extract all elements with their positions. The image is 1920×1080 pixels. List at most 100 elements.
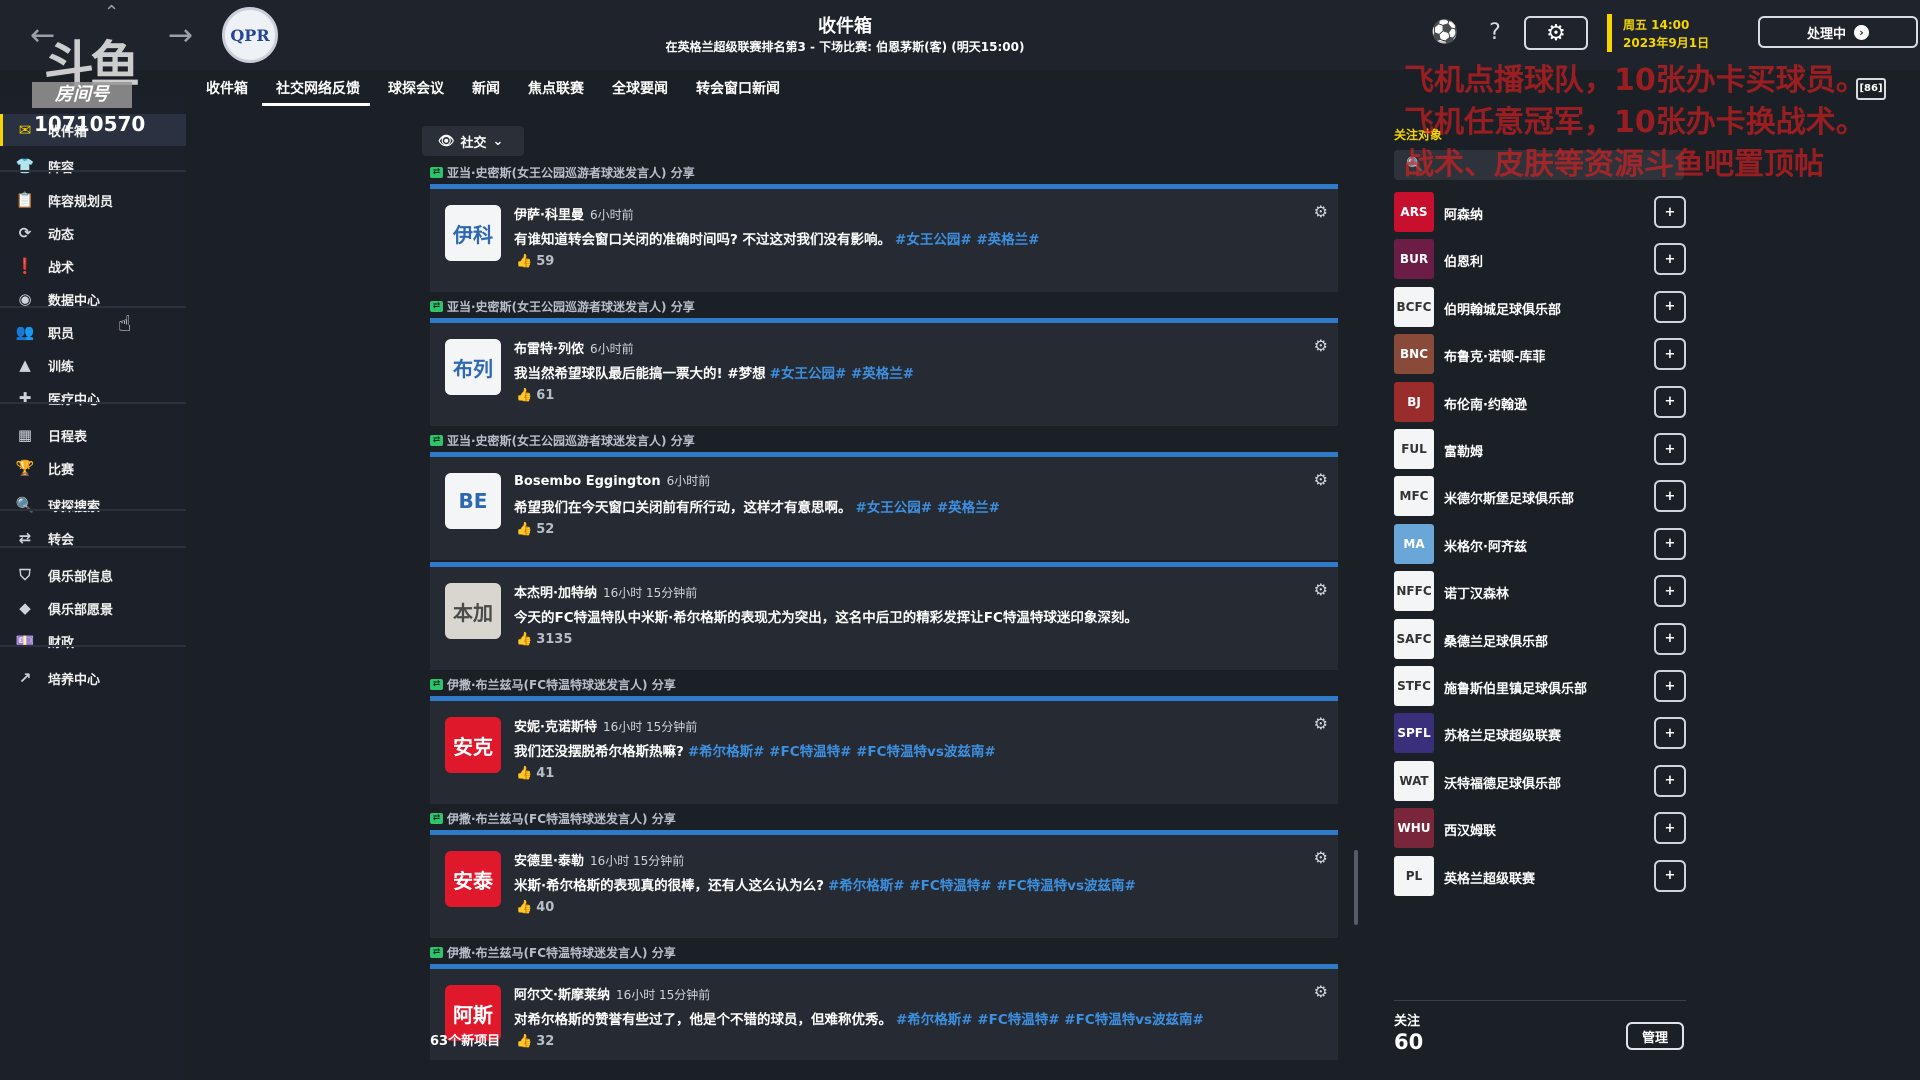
follow-item[interactable]: WAT 沃特福德足球俱乐部 + — [1394, 760, 1686, 803]
gear-icon[interactable]: ⚙ — [1314, 714, 1328, 733]
follow-name[interactable]: 米格尔·阿齐兹 — [1444, 536, 1527, 555]
tab-0[interactable]: 收件箱 — [192, 72, 258, 106]
thumbs-up-icon[interactable]: 👍 — [516, 632, 532, 647]
follow-name[interactable]: 英格兰超级联赛 — [1444, 868, 1535, 887]
gear-icon[interactable]: ⚙ — [1314, 336, 1328, 355]
author-name[interactable]: 布雷特·列侬 — [514, 342, 584, 357]
thumbs-up-icon[interactable]: 👍 — [516, 1034, 532, 1049]
feed-scrollbar[interactable] — [1354, 850, 1358, 925]
author-avatar[interactable]: 本加 — [445, 583, 501, 639]
follow-name[interactable]: 伯明翰城足球俱乐部 — [1444, 299, 1561, 318]
sidebar-item-2[interactable]: 📋 阵容规划员 — [0, 184, 186, 216]
follow-name[interactable]: 苏格兰足球超级联赛 — [1444, 725, 1561, 744]
sidebar-item-10[interactable]: 🏆 比赛 — [0, 452, 186, 484]
author-avatar[interactable]: 布列 — [445, 339, 501, 395]
thumbs-up-icon[interactable]: 👍 — [516, 766, 532, 781]
follow-name[interactable]: 富勒姆 — [1444, 441, 1483, 460]
tab-3[interactable]: 新闻 — [458, 72, 510, 106]
add-follow-button[interactable]: + — [1654, 717, 1686, 750]
sidebar-item-14[interactable]: ◆ 俱乐部愿景 — [0, 592, 186, 624]
author-avatar[interactable]: 安泰 — [445, 851, 501, 907]
sidebar-item-7[interactable]: ▲ 训练 — [0, 349, 186, 381]
follow-item[interactable]: WHU 西汉姆联 + — [1394, 808, 1686, 850]
follow-item[interactable]: PL 英格兰超级联赛 + — [1394, 855, 1686, 898]
sidebar-item-8[interactable]: ✚ 医疗中心 — [0, 382, 186, 414]
follow-name[interactable]: 布鲁克·诺顿-库菲 — [1444, 346, 1545, 365]
sidebar-item-4[interactable]: ❗ 战术 — [0, 250, 186, 282]
sidebar-item-12[interactable]: ⇄ 转会 — [0, 522, 186, 554]
author-name[interactable]: 伊萨·科里曼 — [514, 208, 584, 223]
author-avatar[interactable]: 安克 — [445, 717, 501, 773]
add-follow-button[interactable]: + — [1654, 764, 1686, 797]
tab-4[interactable]: 焦点联赛 — [514, 72, 594, 106]
post-hashtags[interactable]: #希尔格斯# #FC特温特# #FC特温特vs波兹南# — [828, 878, 1136, 894]
post-hashtags[interactable]: #女王公园# #英格兰# — [770, 366, 914, 382]
sidebar-item-11[interactable]: 🔍 球探搜索 — [0, 489, 186, 521]
help-icon[interactable]: ? — [1480, 18, 1510, 48]
manage-button[interactable]: 管理 — [1626, 1022, 1684, 1050]
add-follow-button[interactable]: + — [1654, 575, 1686, 608]
new-items-count[interactable]: 63个新项目 — [430, 1030, 500, 1049]
follow-item[interactable]: BJ 布伦南·约翰逊 + — [1394, 381, 1686, 424]
sidebar-item-15[interactable]: 💷 财政 — [0, 625, 186, 657]
add-follow-button[interactable]: + — [1654, 290, 1686, 323]
thumbs-up-icon[interactable]: 👍 — [516, 522, 532, 537]
follow-name[interactable]: 布伦南·约翰逊 — [1444, 394, 1527, 413]
follow-name[interactable]: 桑德兰足球俱乐部 — [1444, 631, 1548, 650]
sidebar-item-9[interactable]: ▦ 日程表 — [0, 419, 186, 451]
follow-name[interactable]: 米德尔斯堡足球俱乐部 — [1444, 488, 1574, 507]
add-follow-button[interactable]: + — [1654, 433, 1686, 465]
add-follow-button[interactable]: + — [1654, 670, 1686, 702]
tab-6[interactable]: 转会窗口新闻 — [682, 72, 790, 106]
add-follow-button[interactable]: + — [1654, 338, 1686, 371]
tab-5[interactable]: 全球要闻 — [598, 72, 678, 106]
gear-icon[interactable]: ⚙ — [1314, 848, 1328, 867]
post-hashtags[interactable]: #希尔格斯# #FC特温特# #FC特温特vs波兹南# — [688, 744, 996, 760]
add-follow-button[interactable]: + — [1654, 527, 1686, 560]
author-avatar[interactable]: 伊科 — [445, 205, 501, 261]
follow-item[interactable]: ARS 阿森纳 + — [1394, 192, 1686, 234]
follow-name[interactable]: 阿森纳 — [1444, 204, 1483, 223]
thumbs-up-icon[interactable]: 👍 — [516, 254, 532, 269]
gear-icon[interactable]: ⚙ — [1314, 982, 1328, 1001]
follow-name[interactable]: 施鲁斯伯里镇足球俱乐部 — [1444, 678, 1587, 697]
post-hashtags[interactable]: #女王公园# #英格兰# — [856, 500, 1000, 516]
add-follow-button[interactable]: + — [1654, 385, 1686, 418]
gear-icon[interactable]: ⚙ — [1314, 470, 1328, 489]
sidebar-item-1[interactable]: 👕 阵容 — [0, 150, 186, 182]
continue-button[interactable]: 处理中 › — [1758, 16, 1918, 48]
follow-item[interactable]: BUR 伯恩利 + — [1394, 239, 1686, 281]
follow-item[interactable]: FUL 富勒姆 + — [1394, 429, 1686, 471]
follow-item[interactable]: MFC 米德尔斯堡足球俱乐部 + — [1394, 476, 1686, 518]
post-hashtags[interactable]: #女王公园# #英格兰# — [895, 232, 1039, 248]
follow-name[interactable]: 伯恩利 — [1444, 251, 1483, 270]
follow-item[interactable]: SAFC 桑德兰足球俱乐部 + — [1394, 618, 1686, 661]
sidebar-item-13[interactable]: ⛉ 俱乐部信息 — [0, 559, 186, 591]
follow-item[interactable]: MA 米格尔·阿齐兹 + — [1394, 523, 1686, 566]
gear-icon[interactable]: ⚙ — [1314, 202, 1328, 221]
author-avatar[interactable]: BE — [445, 473, 501, 529]
sidebar-item-3[interactable]: ⟳ 动态 — [0, 217, 186, 249]
sidebar-item-5[interactable]: ◉ 数据中心 — [0, 283, 186, 315]
add-follow-button[interactable]: + — [1654, 859, 1686, 892]
follow-name[interactable]: 诺丁汉森林 — [1444, 583, 1509, 602]
add-follow-button[interactable]: + — [1654, 196, 1686, 228]
thumbs-up-icon[interactable]: 👍 — [516, 900, 532, 915]
tab-1[interactable]: 社交网络反馈 — [262, 72, 370, 106]
post-hashtags[interactable]: #希尔格斯# #FC特温特# #FC特温特vs波兹南# — [896, 1012, 1204, 1028]
settings-button[interactable]: ⚙ — [1524, 16, 1588, 50]
follow-item[interactable]: NFFC 诺丁汉森林 + — [1394, 571, 1686, 613]
author-name[interactable]: Bosembo Eggington — [514, 474, 661, 489]
follow-item[interactable]: STFC 施鲁斯伯里镇足球俱乐部 + — [1394, 666, 1686, 708]
add-follow-button[interactable]: + — [1654, 243, 1686, 276]
add-follow-button[interactable]: + — [1654, 812, 1686, 845]
thumbs-up-icon[interactable]: 👍 — [516, 388, 532, 403]
follow-item[interactable]: BCFC 伯明翰城足球俱乐部 + — [1394, 286, 1686, 329]
follow-name[interactable]: 西汉姆联 — [1444, 820, 1496, 839]
author-name[interactable]: 阿尔文·斯摩莱纳 — [514, 988, 610, 1003]
globe-icon[interactable]: ⚽ — [1430, 18, 1460, 48]
author-name[interactable]: 安妮·克诺斯特 — [514, 720, 597, 735]
social-filter-dropdown[interactable]: 👁 社交 ⌄ — [422, 126, 524, 156]
follow-item[interactable]: BNC 布鲁克·诺顿-库菲 + — [1394, 334, 1686, 376]
follow-name[interactable]: 沃特福德足球俱乐部 — [1444, 773, 1561, 792]
